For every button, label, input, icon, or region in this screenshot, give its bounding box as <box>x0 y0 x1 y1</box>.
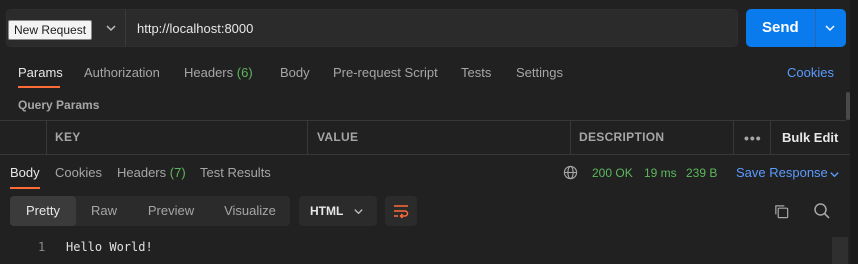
tab-count: (6) <box>236 65 253 80</box>
status-code[interactable]: 200 OK <box>592 166 633 180</box>
response-size[interactable]: 239 B <box>686 166 717 180</box>
wrap-lines-button[interactable] <box>385 196 417 226</box>
response-body[interactable]: 1 Hello World! <box>0 232 858 264</box>
send-divider <box>815 9 816 47</box>
tab-label: Params <box>18 65 63 80</box>
tab-label: Settings <box>516 65 563 80</box>
copy-icon[interactable] <box>773 203 790 220</box>
window-edge <box>850 0 858 264</box>
tab-settings[interactable]: Settings <box>516 65 563 80</box>
format-select[interactable]: HTML <box>299 196 377 226</box>
view-raw[interactable]: Raw <box>76 196 132 226</box>
response-tab-cookies[interactable]: Cookies <box>55 165 102 180</box>
response-bar: Body Cookies Headers (7) Test Results 20… <box>0 154 858 189</box>
row-checkbox-column <box>0 121 47 155</box>
response-tab-test-results[interactable]: Test Results <box>200 165 271 180</box>
more-options-icon[interactable]: ••• <box>744 130 762 146</box>
description-column: DESCRIPTION <box>571 121 734 155</box>
tab-label: Headers <box>117 165 167 180</box>
chevron-down-icon[interactable] <box>824 22 836 34</box>
tab-label: Pre-request Script <box>333 65 438 80</box>
view-mode-selector: Pretty Raw Preview Visualize <box>10 196 290 226</box>
format-label: HTML <box>310 204 344 218</box>
cookies-link[interactable]: Cookies <box>787 65 834 80</box>
tab-headers[interactable]: Headers (6) <box>184 65 253 80</box>
tab-count: (7) <box>169 165 186 180</box>
query-params-table: KEY VALUE DESCRIPTION ••• Bulk Edit <box>0 120 846 155</box>
active-tab-indicator <box>18 86 60 88</box>
line-number: 1 <box>38 240 46 254</box>
view-pretty[interactable]: Pretty <box>10 196 76 226</box>
tab-pre-request-script[interactable]: Pre-request Script <box>333 65 438 80</box>
key-column: KEY <box>47 121 308 155</box>
chevron-down-icon <box>354 209 363 215</box>
send-button-label: Send <box>762 19 799 36</box>
tab-tests[interactable]: Tests <box>461 65 491 80</box>
code-line: Hello World! <box>66 240 153 254</box>
view-preview[interactable]: Preview <box>132 196 210 226</box>
bulk-edit-button[interactable]: Bulk Edit <box>782 130 838 145</box>
chevron-down-icon[interactable] <box>829 169 840 180</box>
tab-label: Body <box>10 165 40 180</box>
scrollbar[interactable] <box>832 237 848 264</box>
tab-label: Authorization <box>84 65 160 80</box>
tab-label: Body <box>280 65 310 80</box>
save-response-button[interactable]: Save Response <box>736 165 828 180</box>
view-visualize[interactable]: Visualize <box>210 196 290 226</box>
request-tabs: Params Authorization Headers (6) Body Pr… <box>0 56 858 88</box>
value-column: VALUE <box>308 121 571 155</box>
response-time[interactable]: 19 ms <box>644 166 677 180</box>
tab-label: Test Results <box>200 165 271 180</box>
column-header: VALUE <box>317 130 359 144</box>
send-button[interactable]: Send <box>746 9 846 47</box>
column-header: DESCRIPTION <box>579 130 665 144</box>
query-params-label: Query Params <box>18 98 100 112</box>
chevron-down-icon[interactable] <box>105 22 117 34</box>
new-request-tooltip: New Request <box>8 20 93 40</box>
tab-params[interactable]: Params <box>18 65 63 80</box>
column-header: KEY <box>55 130 81 144</box>
response-tab-body[interactable]: Body <box>10 165 40 180</box>
globe-icon[interactable] <box>563 165 578 180</box>
response-view-toolbar: Pretty Raw Preview Visualize HTML <box>0 188 858 232</box>
request-url-bar: New Request http://localhost:8000 Send <box>0 0 858 56</box>
tab-authorization[interactable]: Authorization <box>84 65 160 80</box>
wrap-lines-icon <box>394 205 409 219</box>
tab-label: Cookies <box>55 165 102 180</box>
search-icon[interactable] <box>813 202 831 220</box>
url-input[interactable]: http://localhost:8000 <box>125 9 738 47</box>
response-tab-headers[interactable]: Headers (7) <box>117 165 186 180</box>
url-text: http://localhost:8000 <box>137 21 254 36</box>
tab-label: Headers <box>184 65 234 80</box>
tab-body[interactable]: Body <box>280 65 310 80</box>
tab-label: Tests <box>461 65 492 80</box>
